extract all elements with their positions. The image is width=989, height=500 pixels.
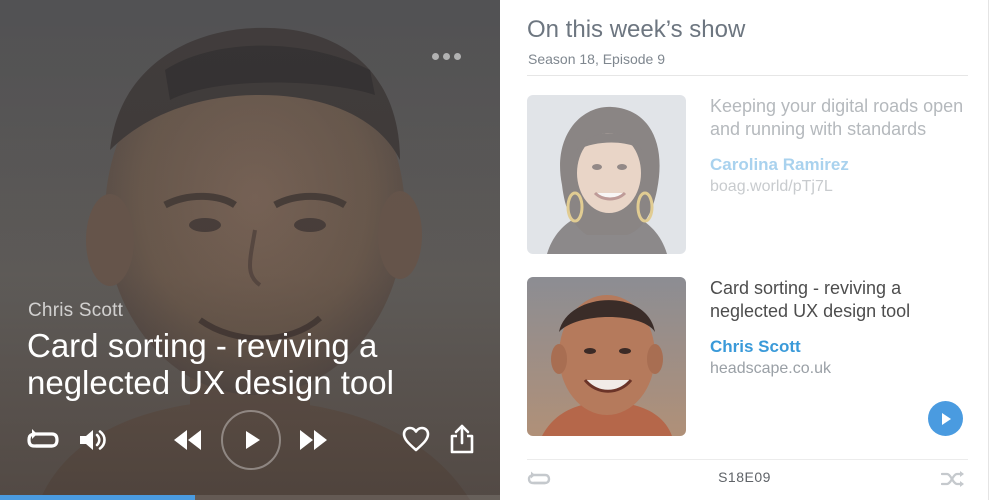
divider (527, 75, 968, 76)
episode-play-button[interactable] (928, 401, 963, 436)
shuffle-icon (940, 471, 964, 487)
now-playing-panel: Chris Scott Card sorting - reviving a ne… (0, 0, 500, 500)
play-button-glyph[interactable] (243, 428, 263, 452)
favorite-button[interactable] (401, 425, 431, 453)
episode-panel: On this week’s show Season 18, Episode 9… (500, 0, 989, 500)
progress-fill (0, 495, 195, 500)
playback-controls (0, 405, 500, 475)
episode-title: Card sorting - reviving a neglected UX d… (710, 278, 911, 321)
volume-button[interactable] (78, 427, 108, 453)
repeat-icon (27, 429, 59, 448)
more-options-button[interactable] (428, 44, 464, 68)
guest-name[interactable]: Carolina Ramirez (710, 155, 849, 175)
episode-title: Keeping your digital roads open and runn… (710, 96, 964, 139)
shuffle-button[interactable] (940, 471, 965, 492)
divider (527, 459, 968, 460)
guest-link[interactable]: headscape.co.uk (710, 360, 831, 378)
fast-forward-button[interactable] (298, 427, 328, 453)
volume-icon (80, 430, 106, 450)
episode-code: S18E09 (718, 469, 771, 485)
more-icon (431, 52, 439, 60)
guest-photo (527, 95, 686, 254)
guest-avatar (527, 95, 686, 254)
play-icon (941, 412, 951, 425)
guest-photo (527, 277, 686, 436)
panel-heading: On this week’s show (527, 16, 746, 43)
share-icon (450, 424, 474, 454)
rewind-icon (174, 430, 201, 450)
episode-item[interactable]: Keeping your digital roads open and runn… (527, 95, 968, 255)
heart-icon (402, 426, 430, 452)
more-icon-dot (453, 52, 461, 60)
guest-avatar (527, 277, 686, 436)
more-icon-dot (442, 52, 450, 60)
repeat-button[interactable] (26, 427, 60, 453)
now-playing-title: Card sorting - reviving a neglected UX d… (27, 327, 394, 401)
guest-name[interactable]: Chris Scott (710, 337, 801, 357)
guest-link[interactable]: boag.world/pTj7L (710, 178, 833, 196)
play-icon (246, 431, 260, 449)
rewind-button[interactable] (173, 427, 203, 453)
episode-item[interactable]: Card sorting - reviving a neglected UX d… (527, 277, 968, 437)
fast-forward-icon (300, 430, 327, 450)
now-playing-artist: Chris Scott (28, 300, 124, 321)
share-button[interactable] (449, 423, 475, 455)
progress-bar[interactable] (0, 495, 500, 500)
panel-subheading: Season 18, Episode 9 (528, 51, 665, 67)
